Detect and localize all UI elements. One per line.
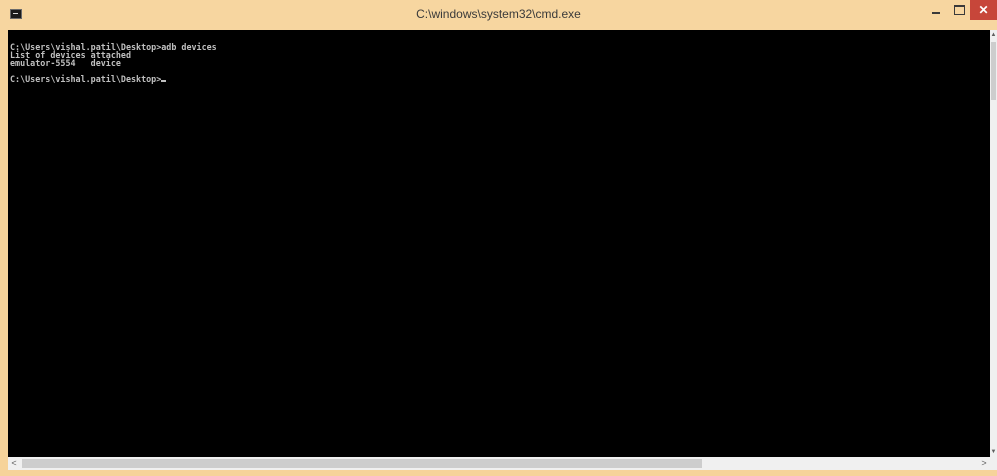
maximize-button[interactable] — [948, 0, 970, 20]
scroll-left-icon[interactable]: < — [8, 457, 20, 470]
minimize-button[interactable] — [924, 0, 948, 20]
horizontal-scrollbar[interactable]: < > — [8, 457, 990, 470]
scroll-right-icon[interactable]: > — [978, 457, 990, 470]
vertical-scroll-thumb[interactable] — [991, 42, 996, 100]
minimize-icon — [932, 12, 940, 14]
cmd-window: C:\windows\system32\cmd.exe ✕ C:\Users\v… — [0, 0, 997, 476]
console-prompt: C:\Users\vishal.patil\Desktop> — [10, 74, 162, 84]
maximize-icon — [953, 5, 965, 15]
scroll-up-icon[interactable]: ▲ — [990, 32, 997, 38]
horizontal-scroll-thumb[interactable] — [22, 459, 702, 468]
title-bar[interactable]: C:\windows\system32\cmd.exe ✕ — [0, 0, 997, 30]
close-icon: ✕ — [978, 3, 989, 17]
console-line: emulator-5554 device — [10, 58, 121, 68]
scroll-down-icon[interactable]: ▼ — [990, 449, 997, 455]
close-button[interactable]: ✕ — [970, 0, 997, 20]
text-cursor — [161, 80, 167, 82]
window-title: C:\windows\system32\cmd.exe — [416, 7, 581, 21]
vertical-scrollbar[interactable]: ▲ ▼ — [990, 30, 997, 457]
console-prompt-line: C:\Users\vishal.patil\Desktop> — [10, 74, 167, 84]
console-output-area[interactable]: C:\Users\vishal.patil\Desktop>adb device… — [8, 30, 990, 457]
console-text: C:\Users\vishal.patil\Desktop>adb device… — [10, 43, 217, 83]
scrollbar-corner — [990, 457, 997, 470]
